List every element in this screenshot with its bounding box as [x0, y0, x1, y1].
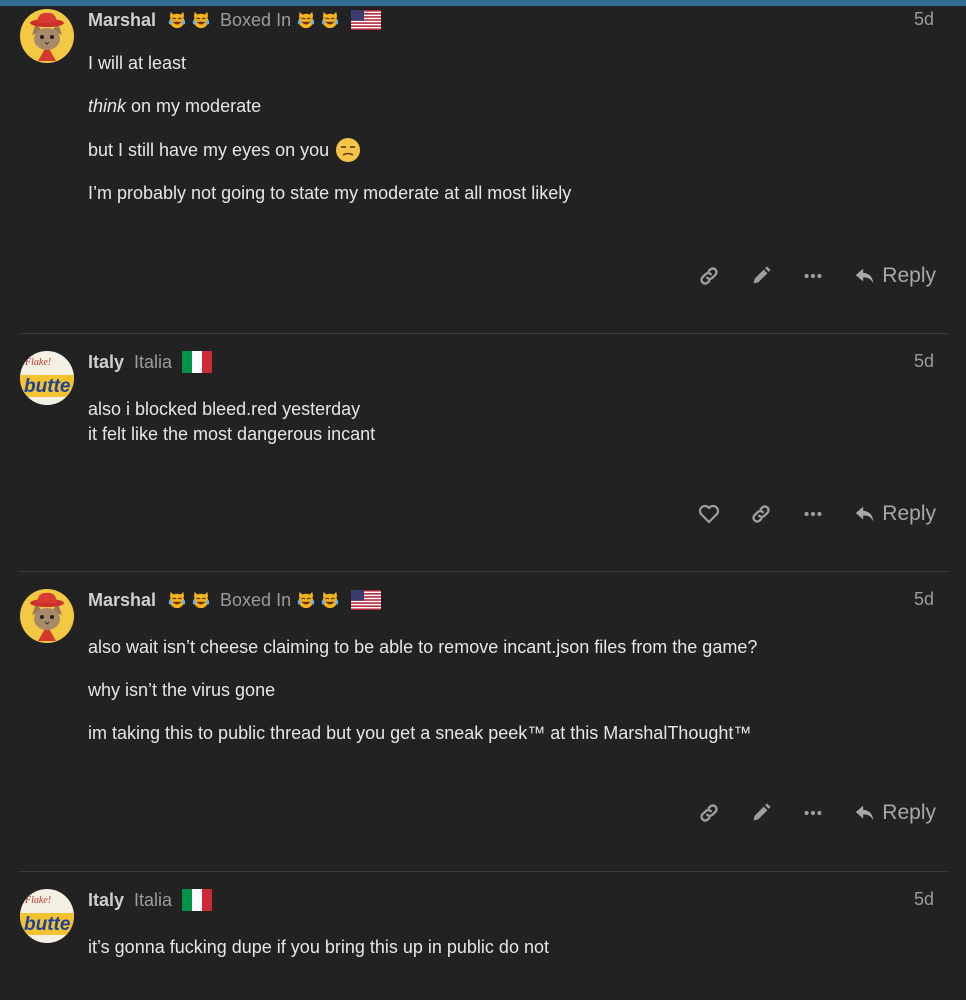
- user-title: Italia: [134, 351, 173, 372]
- post-paragraph: also wait isn’t cheese claiming to be ab…: [88, 637, 758, 657]
- paragraph-text: but I still have my eyes on you: [88, 139, 330, 160]
- reply-label: Reply: [882, 264, 936, 287]
- link-icon: [750, 503, 772, 525]
- avatar-text: butte: [24, 376, 71, 397]
- cowboy-cat-avatar-icon: [20, 9, 74, 63]
- butter-logo-avatar-icon: Flake! butte: [20, 889, 74, 943]
- post-date[interactable]: 5d: [914, 589, 934, 610]
- reply-button[interactable]: Reply: [854, 264, 936, 288]
- post-body: it’s gonna fucking dupe if you bring thi…: [88, 935, 549, 960]
- username[interactable]: Italy: [88, 890, 124, 911]
- link-icon: [698, 265, 720, 287]
- joy-cat-icon: [192, 11, 210, 29]
- post-actions: Reply: [672, 261, 936, 291]
- reply-icon: [854, 802, 876, 824]
- avatar[interactable]: [20, 9, 74, 63]
- italy-flag-icon: [182, 351, 212, 373]
- post-meta: Marshal Boxed In: [88, 589, 381, 611]
- post-divider: [18, 871, 948, 872]
- emphasis-text: think: [88, 96, 127, 116]
- more-button[interactable]: [798, 261, 828, 291]
- avatar[interactable]: Flake! butte: [20, 351, 74, 405]
- post-date[interactable]: 5d: [914, 9, 934, 30]
- like-button[interactable]: [694, 499, 724, 529]
- joy-cat-icon: [321, 11, 339, 29]
- reply-icon: [854, 265, 876, 287]
- joy-cat-icon: [297, 11, 315, 29]
- pencil-icon: [750, 265, 772, 287]
- username[interactable]: Italy: [88, 352, 124, 373]
- pencil-icon: [750, 802, 772, 824]
- italy-flag-icon: [182, 889, 212, 911]
- joy-cat-icon: [168, 11, 186, 29]
- post-line: also i blocked bleed.red yesterday: [88, 399, 361, 419]
- butter-logo-avatar-icon: Flake! butte: [20, 351, 74, 405]
- avatar-text: Flake!: [24, 357, 51, 368]
- post-date[interactable]: 5d: [914, 889, 934, 910]
- more-button[interactable]: [798, 499, 828, 529]
- post-line: it felt like the most dangerous incant: [88, 424, 376, 444]
- post-body: also i blocked bleed.red yesterday it fe…: [88, 397, 375, 447]
- username[interactable]: Marshal: [88, 10, 156, 31]
- post-meta: Italy Italia: [88, 351, 212, 373]
- avatar[interactable]: [20, 589, 74, 643]
- more-dots-icon: [802, 802, 824, 824]
- avatar[interactable]: Flake! butte: [20, 889, 74, 943]
- post-body: I will at least think on my moderate but…: [88, 51, 571, 206]
- heart-icon: [697, 502, 721, 526]
- post-actions: Reply: [672, 499, 936, 529]
- post-actions: Reply: [672, 798, 936, 828]
- cowboy-cat-avatar-icon: [20, 589, 74, 643]
- edit-button[interactable]: [746, 261, 776, 291]
- joy-cat-icon: [321, 591, 339, 609]
- post-paragraph: im taking this to public thread but you …: [88, 723, 752, 743]
- post-paragraph: I will at least: [88, 53, 187, 73]
- us-flag-icon: [351, 9, 381, 31]
- user-title: Italia: [134, 889, 173, 910]
- avatar-text: butte: [24, 914, 71, 935]
- post-meta: Marshal Boxed In: [88, 9, 381, 31]
- more-dots-icon: [802, 503, 824, 525]
- post-paragraph: why isn’t the virus gone: [88, 680, 276, 700]
- post-body: also wait isn’t cheese claiming to be ab…: [88, 635, 757, 746]
- copy-link-button[interactable]: [694, 261, 724, 291]
- reply-button[interactable]: Reply: [854, 801, 936, 825]
- username[interactable]: Marshal: [88, 590, 156, 611]
- copy-link-button[interactable]: [694, 798, 724, 828]
- user-title: Boxed In: [220, 9, 292, 30]
- avatar-text: Flake!: [24, 895, 51, 906]
- more-button[interactable]: [798, 798, 828, 828]
- us-flag-icon: [351, 589, 381, 611]
- joy-cat-icon: [297, 591, 315, 609]
- reply-label: Reply: [882, 502, 936, 525]
- post-paragraph: I’m probably not going to state my moder…: [88, 183, 572, 203]
- post-divider: [18, 333, 948, 334]
- joy-cat-icon: [192, 591, 210, 609]
- post-paragraph: think on my moderate: [88, 94, 571, 119]
- post-divider: [18, 571, 948, 572]
- more-dots-icon: [802, 265, 824, 287]
- unamused-face-icon: [336, 138, 361, 162]
- reply-icon: [854, 503, 876, 525]
- post-meta: Italy Italia: [88, 889, 212, 911]
- joy-cat-icon: [168, 591, 186, 609]
- user-title: Boxed In: [220, 589, 292, 610]
- post-paragraph: it’s gonna fucking dupe if you bring thi…: [88, 937, 549, 957]
- copy-link-button[interactable]: [746, 499, 776, 529]
- paragraph-text: on my moderate: [126, 96, 262, 116]
- link-icon: [698, 802, 720, 824]
- top-accent-bar: [0, 0, 966, 6]
- reply-label: Reply: [882, 801, 936, 824]
- post-paragraph: but I still have my eyes on you: [88, 137, 571, 163]
- post-date[interactable]: 5d: [914, 351, 934, 372]
- reply-button[interactable]: Reply: [854, 502, 936, 526]
- edit-button[interactable]: [746, 798, 776, 828]
